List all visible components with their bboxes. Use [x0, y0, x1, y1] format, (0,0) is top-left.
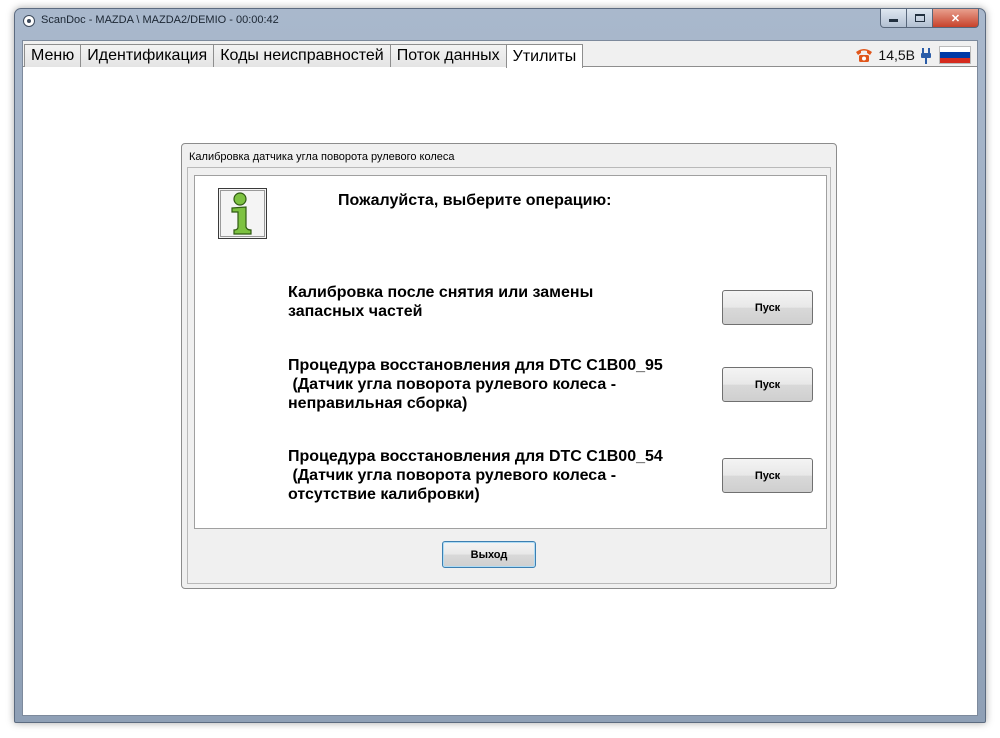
- close-button[interactable]: ✕: [933, 9, 979, 28]
- window-title: ScanDoc - MAZDA \ MAZDA2/DEMIO - 00:00:4…: [41, 14, 279, 26]
- start-dtc-c1b00-95-button[interactable]: Пуск: [722, 367, 813, 402]
- dialog-title: Калибровка датчика угла поворота рулевог…: [189, 151, 455, 163]
- tab-identification[interactable]: Идентификация: [80, 44, 215, 67]
- maximize-button[interactable]: [907, 9, 933, 28]
- start-calibration-button[interactable]: Пуск: [722, 290, 813, 325]
- plug-icon: [921, 48, 931, 64]
- title-bar[interactable]: ScanDoc - MAZDA \ MAZDA2/DEMIO - 00:00:4…: [15, 9, 985, 33]
- close-icon: ✕: [950, 12, 961, 25]
- client-area: Меню Идентификация Коды неисправностей П…: [22, 40, 978, 716]
- minimize-button[interactable]: [880, 9, 907, 28]
- tab-menu[interactable]: Меню: [24, 44, 82, 67]
- operation-label-dtc-c1b00-95: Процедура восстановления для DTC C1B00_9…: [288, 357, 663, 412]
- operation-label-calibration: Калибровка после снятия или замены запас…: [288, 284, 594, 320]
- tab-bar: Меню Идентификация Коды неисправностей П…: [23, 41, 977, 68]
- operation-prompt: Пожалуйста, выберите операцию:: [338, 192, 612, 209]
- status-area: 14,5В: [854, 45, 971, 65]
- app-window: ScanDoc - MAZDA \ MAZDA2/DEMIO - 00:00:4…: [14, 8, 986, 723]
- calibration-dialog: Калибровка датчика угла поворота рулевог…: [181, 143, 837, 589]
- tab-data-stream[interactable]: Поток данных: [389, 44, 507, 67]
- phone-icon: [856, 49, 873, 62]
- tab-list: Меню Идентификация Коды неисправностей П…: [24, 44, 584, 68]
- exit-button[interactable]: Выход: [442, 541, 536, 568]
- info-icon: [218, 188, 267, 239]
- operations-panel: Пожалуйста, выберите операцию: Калибровк…: [194, 175, 827, 529]
- minimize-icon: [889, 19, 898, 22]
- tab-trouble-codes[interactable]: Коды неисправностей: [213, 44, 391, 67]
- app-icon: [23, 15, 35, 27]
- maximize-icon: [914, 14, 925, 22]
- operation-label-dtc-c1b00-54: Процедура восстановления для DTC C1B00_5…: [288, 448, 663, 503]
- russia-flag-icon: [939, 46, 971, 64]
- voltage-readout: 14,5В: [878, 47, 915, 63]
- window-controls: ✕: [880, 9, 979, 28]
- start-dtc-c1b00-54-button[interactable]: Пуск: [722, 458, 813, 493]
- tab-utilities[interactable]: Утилиты: [505, 44, 584, 68]
- dialog-frame: Пожалуйста, выберите операцию: Калибровк…: [187, 167, 831, 584]
